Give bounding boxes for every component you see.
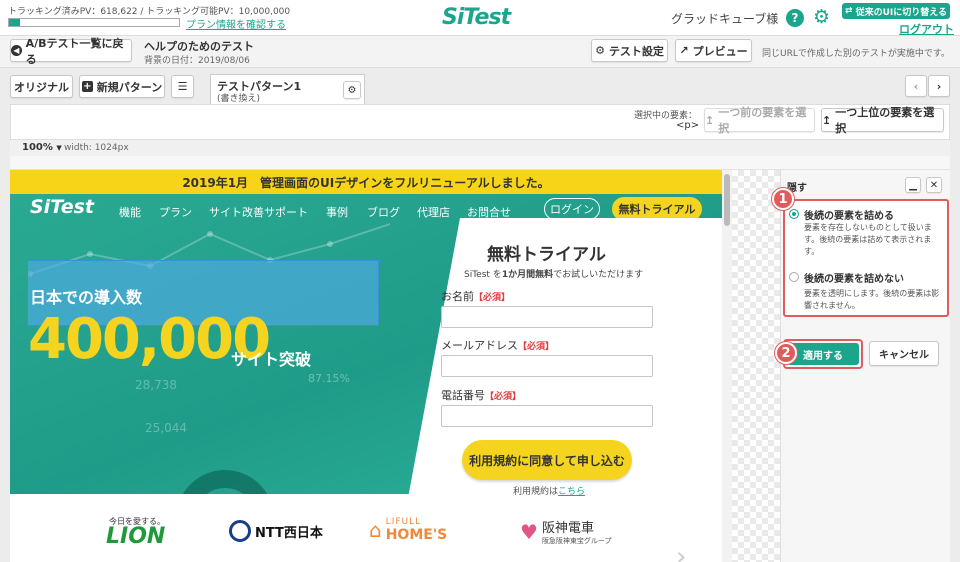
conflict-note: 同じURLで作成した別のテストが実施中です。 <box>762 49 950 59</box>
user-name: グラッドキューブ様 <box>671 12 779 26</box>
gear-icon[interactable]: ⚙ <box>813 7 830 27</box>
zoom-bar <box>10 140 950 156</box>
tracking-progress <box>8 18 180 27</box>
select-prev-button[interactable]: ↥ 一つ前の要素を選択 <box>704 106 815 135</box>
scroll-right-button[interactable]: › <box>928 75 950 97</box>
opt2-radio[interactable] <box>789 272 799 282</box>
bg-number: 87.15% <box>308 372 350 385</box>
submit-button[interactable]: 利用規約に同意して申し込む <box>462 440 632 480</box>
house-icon: ⌂ <box>369 518 382 542</box>
hanshin-logo: ♥ 阪神電車 阪急阪神東宝グループ <box>520 519 612 546</box>
preview-scrollbar[interactable] <box>722 170 732 562</box>
preview-canvas[interactable]: 2019年1月 管理画面のUIデザインをフルリニューアルしました。 28,738… <box>10 170 722 562</box>
name-input[interactable] <box>441 306 653 328</box>
preview-button[interactable]: ↗ プレビュー <box>675 39 752 62</box>
announcement-banner: 2019年1月 管理画面のUIデザインをフルリニューアルしました。 <box>10 170 722 194</box>
terms-text: 利用規約はこちら <box>513 487 586 497</box>
new-pattern-button[interactable]: + 新規パターン <box>79 75 165 98</box>
hide-options-group: 後続の要素を詰める 要素を存在しないものとして扱います。後続の要素は詰めて表示さ… <box>783 199 949 317</box>
minimize-icon[interactable]: ▁ <box>905 177 921 193</box>
arrow-up-icon: ↥ <box>822 113 832 127</box>
opt1-radio[interactable] <box>789 209 799 219</box>
caret-down-icon: ▼ <box>56 144 62 152</box>
logout-link[interactable]: ログアウト <box>899 21 954 37</box>
callout-badge-2: 2 <box>775 342 797 364</box>
pattern-gear-icon[interactable]: ⚙ <box>343 81 361 99</box>
selection-value: <p> <box>676 120 700 131</box>
back-button[interactable]: ◀ A/Bテスト一覧に戻る <box>10 37 132 66</box>
test-settings-button[interactable]: ⚙ テスト設定 <box>591 39 668 62</box>
switch-ui-button[interactable]: ⇄ 従来のUIに切り替える <box>842 3 950 19</box>
name-label: お名前【必須】 <box>441 290 511 303</box>
nav-item[interactable]: お問合せ <box>467 204 511 220</box>
nav-item[interactable]: 事例 <box>326 204 348 220</box>
hero-label: 日本での導入数 <box>30 288 143 307</box>
help-icon[interactable]: ? <box>786 9 804 27</box>
canvas-gutter <box>732 170 780 562</box>
lion-logo: LION <box>106 524 166 549</box>
heart-icon: ♥ <box>520 519 538 544</box>
site-logo[interactable]: SiTest <box>30 196 94 218</box>
back-arrow-icon: ◀ <box>11 45 22 56</box>
ntt-logo: NTT西日本 <box>229 520 323 542</box>
email-label: メールアドレス【必須】 <box>441 339 555 352</box>
scrollbar-thumb[interactable] <box>724 174 730 226</box>
app-logo[interactable]: SiTest <box>442 5 511 30</box>
terms-link[interactable]: こちら <box>558 487 585 497</box>
zoom-level[interactable]: 100% ▼ <box>22 142 62 153</box>
viewport-width: width: 1024px <box>64 143 129 153</box>
nav-item[interactable]: サイト改善サポート <box>209 204 308 220</box>
nav-item[interactable]: プラン <box>159 204 192 220</box>
phone-input[interactable] <box>441 405 653 427</box>
external-link-icon: ↗ <box>679 44 689 57</box>
form-subtitle: SiTest を1か月間無料でお試しいただけます <box>464 270 644 280</box>
opt1-description: 要素を存在しないものとして扱います。後続の要素は詰めて表示されます。 <box>804 223 932 256</box>
phone-label: 電話番号【必須】 <box>441 389 522 402</box>
plan-link[interactable]: プラン情報を確認する <box>186 16 286 31</box>
email-input[interactable] <box>441 355 653 377</box>
nav-item[interactable]: ブログ <box>367 204 400 220</box>
tab-pattern-1[interactable]: テストパターン1 (書き換え) ⚙ <box>210 74 365 105</box>
form-title: 無料トライアル <box>487 245 606 265</box>
test-name: ヘルプのためのテスト <box>144 40 254 53</box>
apply-button[interactable]: 適用する <box>787 343 859 365</box>
hero-suffix: サイト突破 <box>231 350 312 369</box>
carousel-next-icon[interactable]: › <box>676 542 686 562</box>
scroll-left-button[interactable]: ‹ <box>905 75 927 97</box>
nav-item[interactable]: 代理店 <box>417 204 450 220</box>
nav-item[interactable]: 機能 <box>119 204 141 220</box>
select-parent-button[interactable]: ↥ 一つ上位の要素を選択 <box>821 106 944 135</box>
gear-icon: ⚙ <box>595 44 605 57</box>
cancel-button[interactable]: キャンセル <box>869 341 939 366</box>
background-date: 背景の日付：2019/08/06 <box>144 56 250 66</box>
list-icon[interactable]: ☰ <box>171 75 194 98</box>
arrow-up-icon: ↥ <box>705 113 715 127</box>
bg-number: 28,738 <box>135 378 177 392</box>
tab-original[interactable]: オリジナル <box>10 75 73 98</box>
close-icon[interactable]: ✕ <box>926 177 942 193</box>
callout-badge-1: 1 <box>772 188 794 210</box>
plus-icon: + <box>81 81 93 92</box>
opt1-label[interactable]: 後続の要素を詰める <box>804 207 894 222</box>
bg-number: 25,044 <box>145 421 187 435</box>
top-bar: トラッキング済みPV：618,622 / トラッキング可能PV：10,000,0… <box>0 0 960 36</box>
site-trial-button[interactable]: 無料トライアル <box>612 197 702 221</box>
site-login-button[interactable]: ログイン <box>544 198 600 220</box>
ruler <box>10 156 950 170</box>
opt2-label[interactable]: 後続の要素を詰めない <box>804 270 904 285</box>
swap-icon: ⇄ <box>845 6 853 16</box>
lifull-logo: ⌂ LIFULL HOME'S <box>369 517 448 543</box>
ntt-mark-icon <box>229 520 251 542</box>
opt2-description: 要素を透明にします。後続の要素は影響されません。 <box>804 289 940 310</box>
